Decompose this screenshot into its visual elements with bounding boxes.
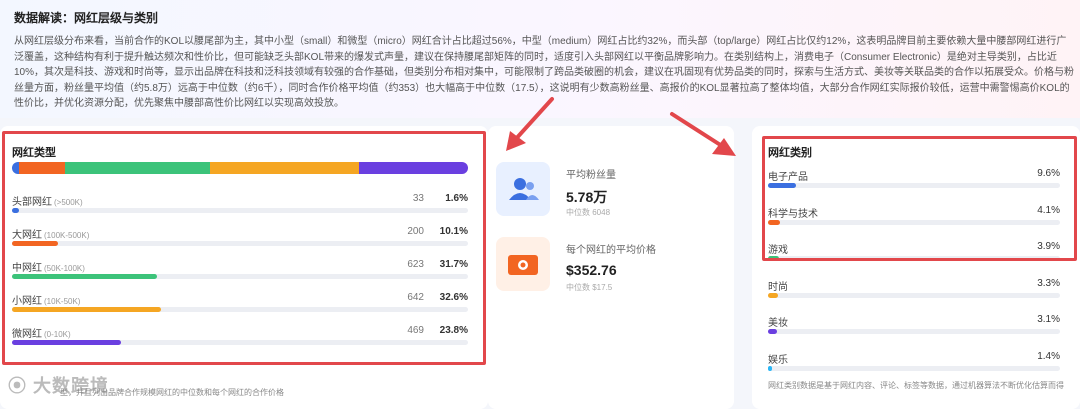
category-label: 美妆 bbox=[768, 318, 788, 329]
tier-name: 微网红 bbox=[12, 329, 42, 340]
tier-label: 微网红 (0-10K) bbox=[12, 325, 71, 340]
category-row: 美妆 3.1% bbox=[768, 314, 1060, 344]
stat-value: $352.76 bbox=[566, 262, 617, 278]
stat-label: 每个网红的平均价格 bbox=[566, 245, 656, 256]
category-progress-fill bbox=[768, 365, 773, 371]
category-row: 游戏 3.9% bbox=[768, 241, 1060, 271]
tier-range: (100K-500K) bbox=[44, 231, 90, 240]
category-percent: 3.9% bbox=[1037, 241, 1060, 252]
stack-segment bbox=[12, 162, 20, 174]
category-label: 游戏 bbox=[768, 245, 788, 256]
wallet-icon bbox=[496, 237, 550, 291]
category-progress-track bbox=[768, 329, 1060, 334]
tier-percent: 32.6% bbox=[439, 292, 468, 303]
tier-percent: 1.6% bbox=[445, 193, 468, 204]
category-label: 时尚 bbox=[768, 281, 788, 293]
tier-progress-track bbox=[12, 274, 468, 279]
tier-range: (>500K) bbox=[54, 198, 83, 207]
tier-progress-track bbox=[12, 241, 468, 246]
tier-row: 头部网红 (>500K) 33 1.6% bbox=[12, 193, 468, 223]
users-icon bbox=[496, 162, 550, 216]
category-label: 科学与技术 bbox=[768, 208, 818, 220]
stack-segment bbox=[210, 162, 360, 174]
tier-range: (10K-50K) bbox=[44, 297, 81, 306]
category-percent: 9.6% bbox=[1037, 168, 1060, 179]
stat-median: 中位数 $17.5 bbox=[566, 283, 613, 292]
tier-label: 头部网红 (>500K) bbox=[12, 193, 83, 208]
category-row: 电子产品 9.6% bbox=[768, 168, 1060, 198]
tier-progress-fill bbox=[12, 274, 157, 279]
tier-progress-fill bbox=[12, 307, 161, 312]
tier-count: 469 bbox=[407, 325, 424, 336]
avg-followers-card: 平均粉丝量 5.78万 中位数 6048 bbox=[496, 162, 736, 222]
arrow-icon bbox=[670, 112, 736, 156]
tier-label: 大网红 (100K-500K) bbox=[12, 226, 89, 241]
category-progress-track bbox=[768, 183, 1060, 188]
category-label: 电子产品 bbox=[768, 172, 808, 183]
banner-title: 数据解读：网红层级与类别 bbox=[14, 11, 159, 25]
category-percent: 3.1% bbox=[1037, 314, 1060, 325]
tier-name: 中网红 bbox=[12, 263, 42, 274]
category-progress-track bbox=[768, 256, 1060, 261]
tier-count: 642 bbox=[407, 292, 424, 303]
stat-median: 中位数 6048 bbox=[566, 208, 611, 217]
tier-progress-track bbox=[12, 340, 468, 345]
watermark-icon: ⦿ bbox=[8, 376, 27, 396]
tier-progress-fill bbox=[12, 208, 20, 213]
stat-value: 5.78万 bbox=[566, 189, 608, 205]
category-row: 娱乐 1.4% bbox=[768, 351, 1060, 381]
tier-range: (0-10K) bbox=[44, 330, 71, 339]
tier-progress-fill bbox=[12, 241, 59, 246]
category-progress-fill bbox=[768, 256, 780, 261]
category-progress-track bbox=[768, 365, 1060, 371]
tier-count: 623 bbox=[407, 259, 424, 270]
tier-progress-track bbox=[12, 307, 468, 312]
category-percent: 4.1% bbox=[1037, 204, 1060, 216]
stack-segment bbox=[65, 162, 211, 174]
tier-percent: 10.1% bbox=[439, 226, 468, 237]
category-row: 科学与技术 4.1% bbox=[768, 205, 1060, 235]
tier-progress-track bbox=[12, 208, 468, 213]
tier-range: (50K-100K) bbox=[44, 264, 85, 273]
category-progress-fill bbox=[768, 219, 780, 225]
category-percent: 1.4% bbox=[1037, 350, 1060, 362]
tier-stacked-bar bbox=[12, 162, 468, 174]
stat-label: 平均粉丝量 bbox=[566, 170, 616, 181]
arrow-icon bbox=[506, 97, 554, 151]
tier-row: 微网红 (0-10K) 469 23.8% bbox=[12, 325, 468, 355]
category-title: 网红类别 bbox=[768, 147, 812, 159]
tier-progress-fill bbox=[12, 340, 121, 345]
tier-title: 网红类型 bbox=[12, 147, 56, 159]
tier-label: 小网红 (10K-50K) bbox=[12, 292, 80, 307]
category-label: 娱乐 bbox=[768, 354, 788, 366]
category-progress-track bbox=[768, 292, 1060, 298]
avg-price-card: 每个网红的平均价格 $352.76 中位数 $17.5 bbox=[496, 237, 736, 297]
tier-row: 小网红 (10K-50K) 642 32.6% bbox=[12, 292, 468, 322]
tier-percent: 31.7% bbox=[439, 259, 468, 270]
category-footnote: 网红类别数据是基于网红内容、评论、标签等数据，通过机器算法不断优化估算而得 bbox=[768, 381, 1064, 390]
tier-percent: 23.8% bbox=[439, 325, 468, 336]
category-row: 时尚 3.3% bbox=[768, 278, 1060, 308]
category-progress-fill bbox=[768, 329, 778, 334]
tier-count: 200 bbox=[407, 226, 424, 237]
category-percent: 3.3% bbox=[1037, 277, 1060, 289]
tier-name: 小网红 bbox=[12, 296, 42, 307]
category-progress-track bbox=[768, 219, 1060, 225]
tier-count: 33 bbox=[412, 193, 424, 204]
tier-row: 大网红 (100K-500K) 200 10.1% bbox=[12, 226, 468, 256]
tier-name: 头部网红 bbox=[12, 197, 52, 208]
stack-segment bbox=[19, 162, 66, 174]
category-progress-fill bbox=[768, 183, 797, 188]
tier-footnote: 型，并且列出品牌合作规模网红的中位数和每个网红的合作价格 bbox=[60, 388, 284, 397]
tier-row: 中网红 (50K-100K) 623 31.7% bbox=[12, 259, 468, 289]
tier-label: 中网红 (50K-100K) bbox=[12, 259, 85, 274]
stack-segment bbox=[359, 162, 468, 174]
tier-name: 大网红 bbox=[12, 230, 42, 241]
category-progress-fill bbox=[768, 292, 778, 298]
